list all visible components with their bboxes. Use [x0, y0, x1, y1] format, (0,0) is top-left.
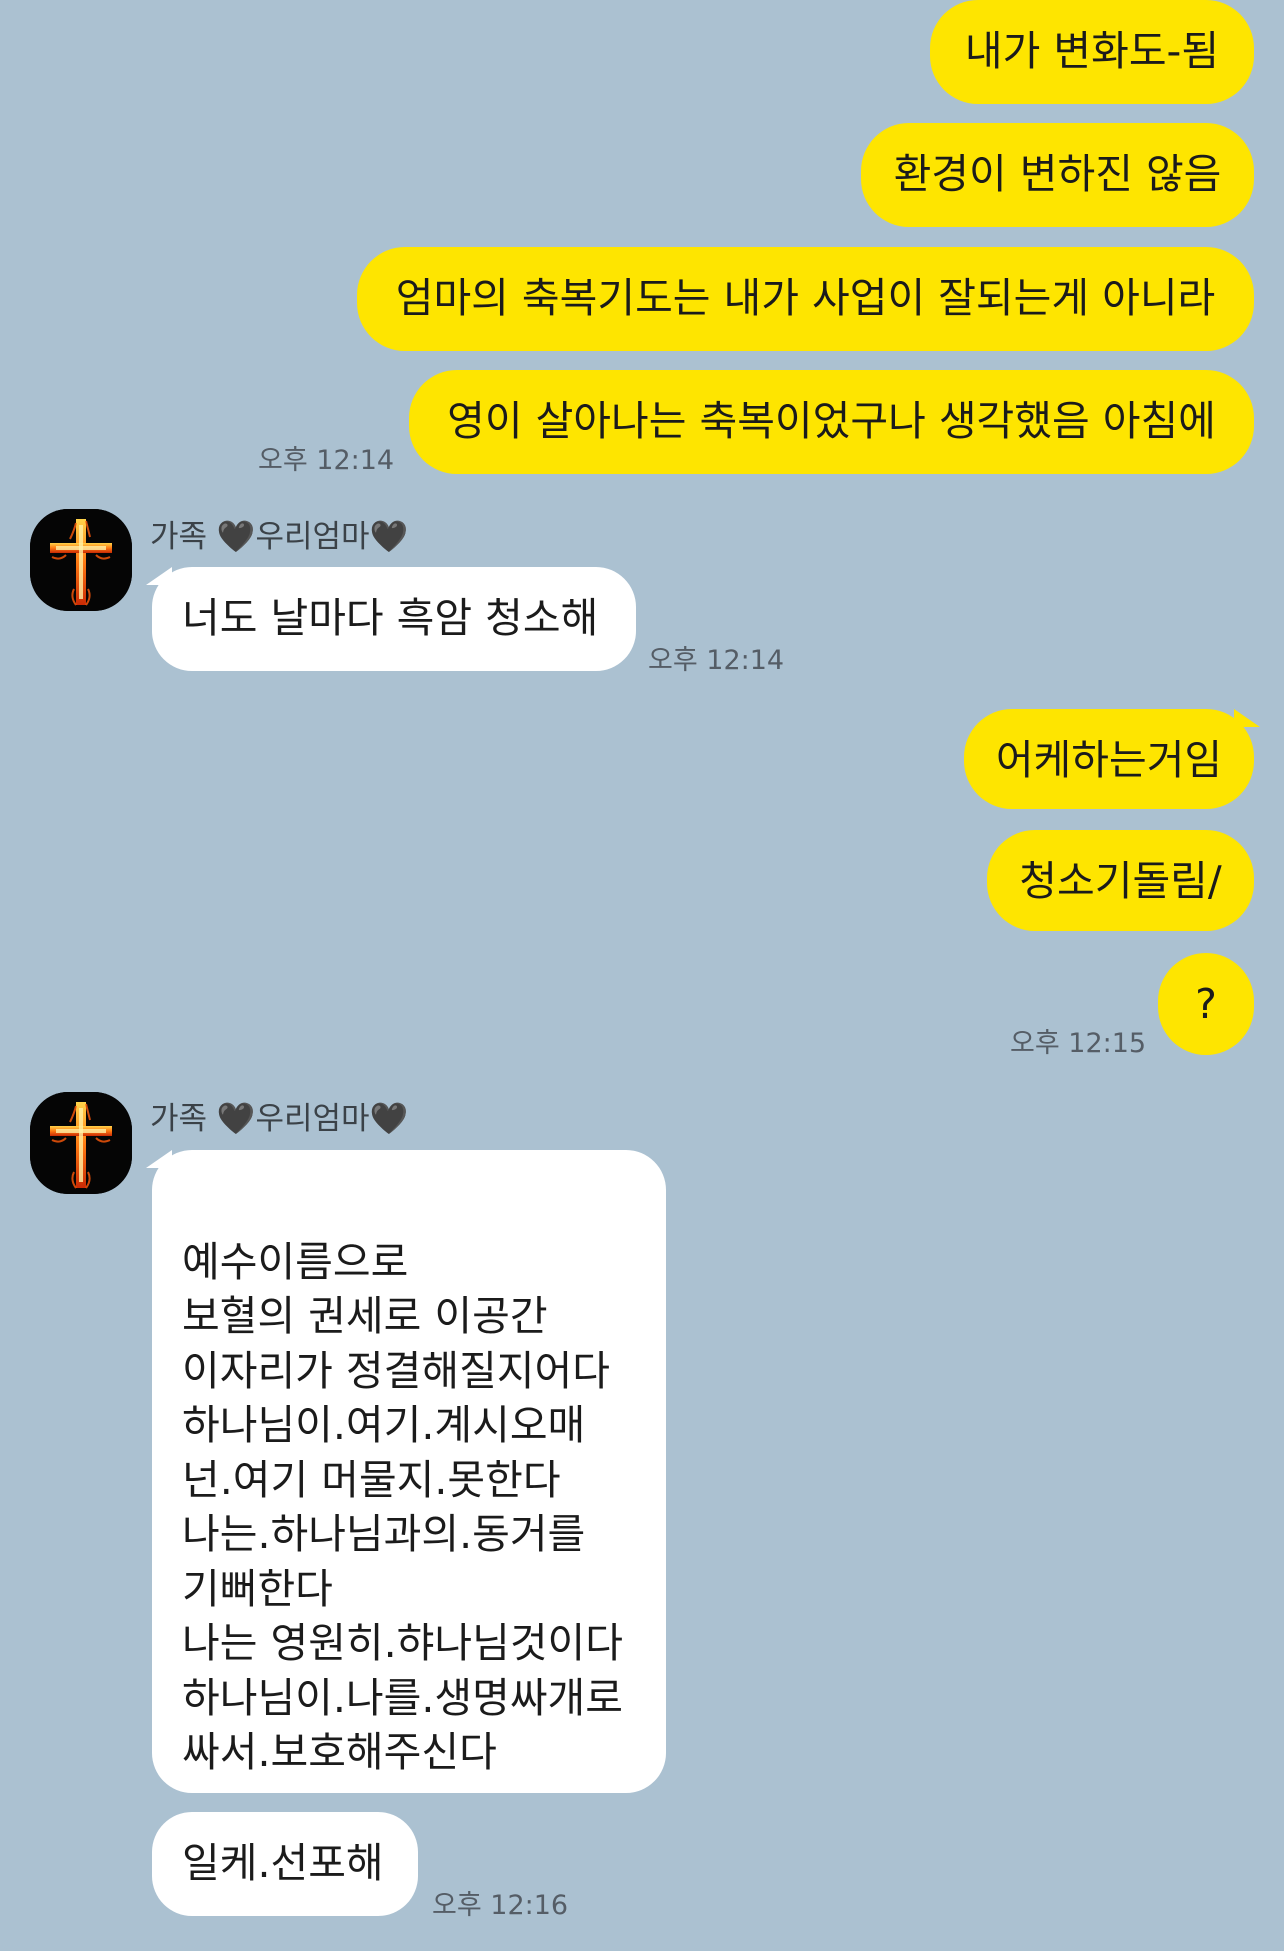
message-text: 영이 살아나는 축복이었구나 생각했음 아침에	[447, 397, 1216, 445]
my-message-bubble[interactable]: 내가 변화도-됨	[930, 0, 1254, 104]
message-timestamp: 오후 12:16	[432, 1890, 569, 1921]
message-text: 어케하는거임	[995, 736, 1223, 784]
my-message-bubble[interactable]: 엄마의 축복기도는 내가 사업이 잘되는게 아니라	[357, 247, 1254, 351]
message-text: 일케.선포해	[182, 1839, 384, 1887]
their-message-bubble[interactable]: 너도 날마다 흑암 청소해	[152, 567, 636, 671]
my-message-bubble[interactable]: 청소기돌림/	[987, 830, 1254, 931]
my-message-bubble[interactable]: 어케하는거임	[964, 709, 1254, 809]
my-message-bubble[interactable]: 영이 살아나는 축복이었구나 생각했음 아침에	[409, 370, 1254, 474]
avatar[interactable]	[30, 509, 132, 611]
avatar[interactable]	[30, 1092, 132, 1194]
message-text: 청소기돌림/	[1019, 857, 1222, 905]
message-text: 엄마의 축복기도는 내가 사업이 잘되는게 아니라	[395, 274, 1216, 322]
message-text: ?	[1195, 980, 1217, 1028]
their-message-bubble[interactable]: 예수이름으로 보혈의 권세로 이공간 이자리가 정결해질지어다 하나님이.여기.…	[152, 1150, 666, 1793]
message-text: 내가 변화도-됨	[964, 27, 1220, 75]
burning-cross-icon	[30, 1092, 132, 1194]
my-message-bubble[interactable]: ?	[1158, 953, 1254, 1055]
message-text: 너도 날마다 흑암 청소해	[182, 594, 599, 642]
message-timestamp: 오후 12:14	[258, 445, 395, 476]
message-text: 예수이름으로 보혈의 권세로 이공간 이자리가 정결해질지어다 하나님이.여기.…	[182, 1237, 623, 1777]
burning-cross-icon	[30, 509, 132, 611]
message-timestamp: 오후 12:15	[1010, 1028, 1147, 1059]
chat-area[interactable]: 내가 변화도-됨 환경이 변하진 않음 엄마의 축복기도는 내가 사업이 잘되는…	[0, 0, 1284, 1951]
message-text: 환경이 변하진 않음	[893, 150, 1222, 198]
sender-name: 가족 🖤우리엄마🖤	[150, 1101, 409, 1137]
my-message-bubble[interactable]: 환경이 변하진 않음	[861, 123, 1254, 227]
sender-name: 가족 🖤우리엄마🖤	[150, 519, 409, 555]
their-message-bubble[interactable]: 일케.선포해	[152, 1812, 418, 1916]
message-timestamp: 오후 12:14	[648, 645, 785, 676]
